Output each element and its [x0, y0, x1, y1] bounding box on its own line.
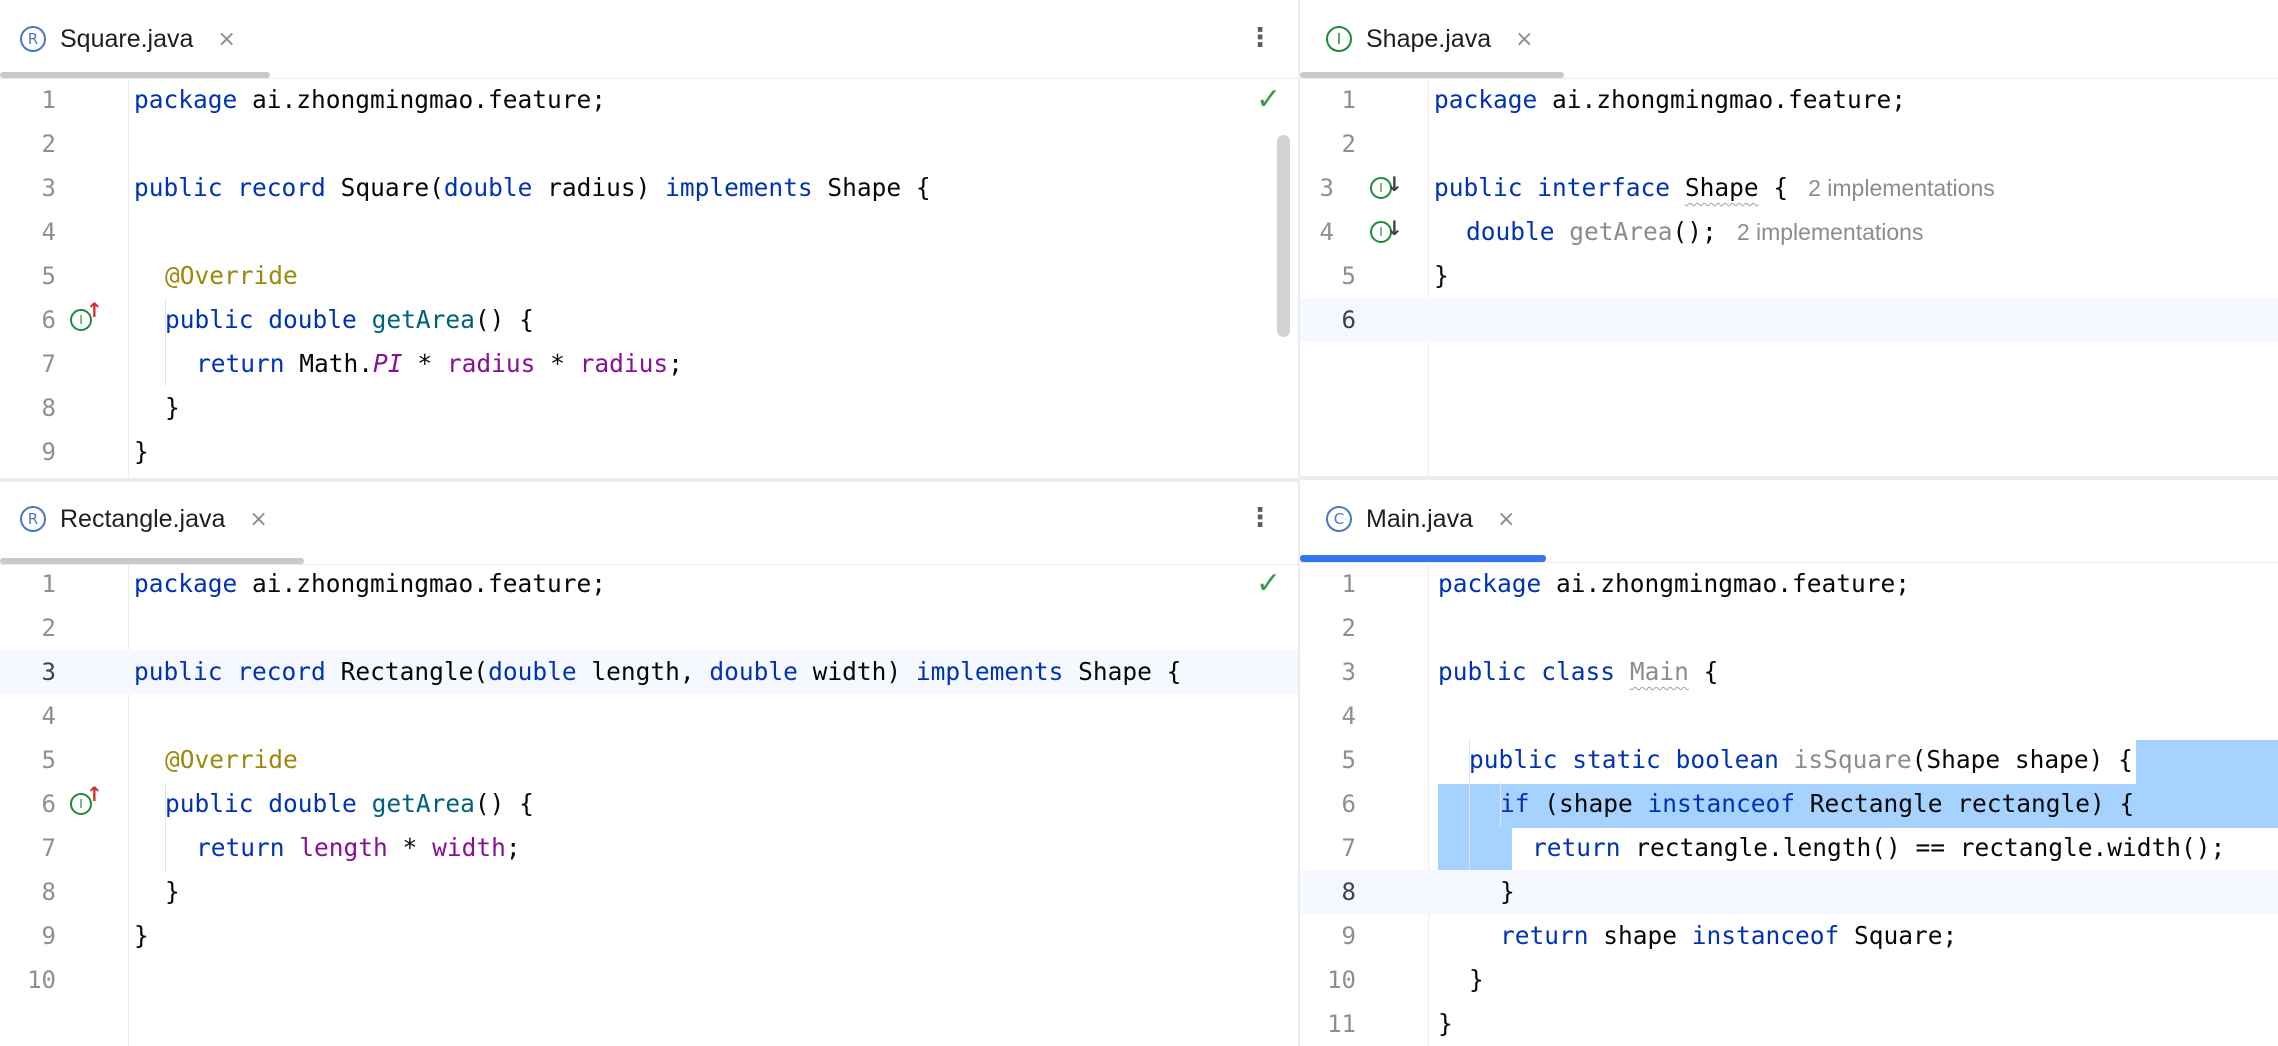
code-line: 9 }	[41, 921, 149, 950]
code-line: 4 I ↓ double getArea(); 2 implementations	[1319, 216, 1924, 246]
code-line: 3 public class Main {	[1341, 657, 1719, 686]
code-line: 2	[41, 614, 56, 642]
code-editor[interactable]: ✓ 1 package ai.zhongmingmao.feature; 2 3…	[0, 78, 1298, 478]
code-line: 4	[41, 218, 56, 246]
tab-shape-java[interactable]: I Shape.java ×	[1326, 0, 1534, 78]
code-line: 5 @Override	[41, 261, 298, 290]
record-icon: R	[20, 506, 46, 532]
implementations-hint[interactable]: 2 implementations	[1808, 175, 1995, 201]
code-line-current: 3 public record Rectangle(double length,…	[0, 650, 1298, 694]
code-line: 6 if (shape instanceof Rectangle rectang…	[1341, 789, 2135, 818]
split-divider-vertical[interactable]	[1298, 0, 1300, 1046]
tab-bar: R Rectangle.java × ⋮	[0, 486, 1298, 565]
code-line: 3 I ↓ public interface Shape {2 implemen…	[1319, 172, 1995, 202]
code-line: 7 return Math.PI * radius * radius;	[41, 349, 683, 378]
code-line: 2	[41, 130, 56, 158]
editor-pane-main: C Main.java × 1 package ai.zhongmingmao.…	[1300, 482, 2278, 1046]
code-line: 10 }	[1327, 965, 1484, 994]
code-line: 11 }	[1327, 1009, 1453, 1038]
code-line: 6 I ↑ public double getArea() {	[41, 298, 534, 334]
record-icon: R	[20, 26, 46, 52]
editor-pane-shape: I Shape.java × 1 package ai.zhongmingmao…	[1300, 0, 2278, 478]
split-divider-horizontal[interactable]	[0, 478, 1298, 482]
tab-rectangle-java[interactable]: R Rectangle.java ×	[0, 486, 268, 558]
code-editor[interactable]: 1 package ai.zhongmingmao.feature; 2 3 p…	[1300, 562, 2278, 1046]
implementations-hint[interactable]: 2 implementations	[1737, 219, 1924, 245]
close-icon[interactable]: ×	[1497, 507, 1515, 532]
code-line: 2	[1341, 130, 1356, 158]
code-line: 8 }	[41, 877, 180, 906]
code-line: 2	[1341, 614, 1356, 642]
code-line: 5 @Override	[41, 745, 298, 774]
interface-icon: I	[1326, 26, 1352, 52]
tab-underline-active	[1300, 555, 1546, 562]
code-line: 5 public static boolean isSquare(Shape s…	[1341, 745, 2133, 774]
arrow-down-icon: ↓	[1386, 172, 1403, 196]
tab-bar: C Main.java ×	[1300, 482, 2278, 563]
close-icon[interactable]: ×	[249, 507, 267, 532]
editor-pane-rectangle: R Rectangle.java × ⋮ ✓ 1 package ai.zhon…	[0, 486, 1298, 1046]
class-icon: C	[1326, 506, 1352, 532]
tab-bar: I Shape.java ×	[1300, 0, 2278, 79]
code-line: 3 public record Square(double radius) im…	[41, 173, 931, 202]
code-line: 6 I ↑ public double getArea() {	[41, 782, 534, 818]
code-editor[interactable]: 1 package ai.zhongmingmao.feature; 2 3 I…	[1300, 78, 2278, 478]
code-line-current: 8 }	[1300, 870, 2278, 914]
close-icon[interactable]: ×	[217, 27, 235, 52]
code-line: 1 package ai.zhongmingmao.feature;	[1341, 85, 1907, 114]
code-line: 9 return shape instanceof Square;	[1341, 921, 1958, 950]
code-line: 4	[1341, 702, 1356, 730]
arrow-up-icon: ↑	[86, 782, 103, 806]
more-options-icon[interactable]: ⋮	[1240, 498, 1280, 538]
tab-label: Main.java	[1366, 504, 1473, 533]
code-line: 9 }	[41, 437, 149, 466]
code-line: 1 package ai.zhongmingmao.feature;	[41, 85, 607, 114]
more-options-icon[interactable]: ⋮	[1240, 18, 1280, 58]
tab-main-java[interactable]: C Main.java ×	[1326, 482, 1515, 556]
code-line: 1 package ai.zhongmingmao.feature;	[1341, 569, 1911, 598]
code-line: 10	[27, 966, 56, 994]
code-line-current: 6	[1300, 298, 2278, 342]
editor-pane-square: R Square.java × ⋮ ✓ 1 package ai.zhongmi…	[0, 0, 1298, 478]
code-line: 5 }	[1341, 261, 1449, 290]
tab-bar: R Square.java × ⋮	[0, 0, 1298, 79]
tab-label: Shape.java	[1366, 24, 1492, 53]
tab-label: Square.java	[60, 24, 194, 53]
code-line: 7 return rectangle.length() == rectangle…	[1341, 833, 2226, 862]
arrow-up-icon: ↑	[86, 298, 103, 322]
code-editor[interactable]: ✓ 1 package ai.zhongmingmao.feature; 2 3…	[0, 564, 1298, 1046]
arrow-down-icon: ↓	[1386, 216, 1403, 240]
close-icon[interactable]: ×	[1515, 27, 1533, 52]
code-line: 8 }	[41, 393, 180, 422]
code-line: 4	[41, 702, 56, 730]
code-line: 7 return length * width;	[41, 833, 521, 862]
split-divider-horizontal[interactable]	[1300, 476, 2278, 480]
code-line: 1 package ai.zhongmingmao.feature;	[41, 569, 607, 598]
tab-square-java[interactable]: R Square.java ×	[0, 0, 236, 78]
tab-label: Rectangle.java	[60, 504, 226, 533]
